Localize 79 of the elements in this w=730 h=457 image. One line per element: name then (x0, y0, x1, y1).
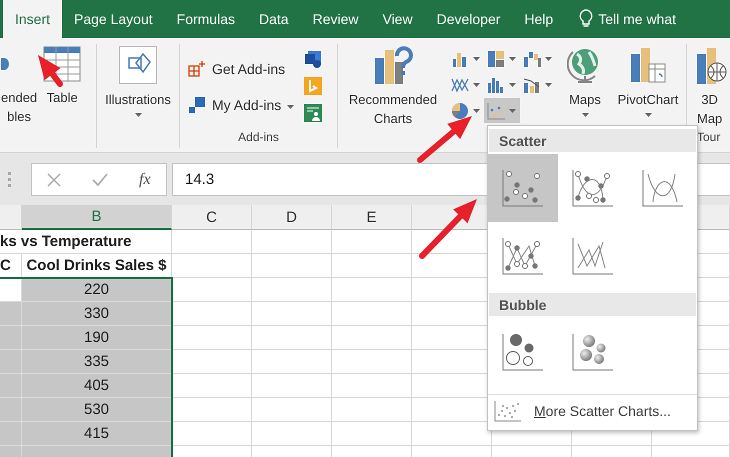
button-label[interactable]: ended bles (1, 88, 38, 126)
column-header[interactable]: E (332, 205, 412, 230)
column-header[interactable]: D (252, 205, 332, 230)
maps-button[interactable]: Maps (569, 90, 601, 109)
illustrations-button[interactable]: Illustrations (105, 90, 171, 109)
scatter-chart-icon (494, 400, 522, 422)
chart-option[interactable] (488, 154, 558, 222)
bubble-chart-icon (501, 332, 545, 372)
cubes-icon (188, 96, 206, 114)
more-scatter-charts-link[interactable]: More Scatter Charts... (534, 403, 671, 419)
table-cell: 190 (22, 326, 172, 350)
caret-icon (287, 105, 294, 109)
caret-icon (509, 56, 516, 60)
table-button[interactable]: Table (46, 88, 78, 107)
caret-icon (473, 108, 480, 112)
caret-icon (473, 82, 480, 86)
table-cell: 220 (22, 278, 172, 302)
ribbon-tab[interactable]: Developer (424, 0, 512, 38)
ribbon-tab[interactable]: Data (247, 0, 301, 38)
visio-icon (304, 50, 322, 68)
ribbon-tab[interactable]: Insert (3, 0, 62, 38)
pivot-chart-icon (629, 46, 667, 84)
ribbon-tab[interactable]: View (370, 0, 425, 38)
ribbon-tab[interactable]: Review (300, 0, 370, 38)
group-label: Tour (696, 130, 722, 146)
table-cell: 415 (22, 422, 172, 446)
pivotchart-button[interactable]: PivotChart (618, 90, 678, 109)
table-title: ks vs Temperature (0, 230, 172, 254)
table-cell: Cool Drinks Sales $ (22, 254, 172, 278)
recommended-charts-button[interactable]: Recommended Charts (348, 90, 438, 128)
tell-me-search[interactable]: Tell me what (598, 11, 676, 27)
cancel-icon[interactable] (47, 172, 62, 186)
3d-map-icon (697, 46, 727, 84)
get-add-ins-button[interactable]: Get Add-ins (188, 54, 294, 84)
group-label: Add-ins (237, 130, 280, 146)
shapes-icon (119, 46, 157, 84)
caret-icon (509, 108, 516, 112)
chart-type-button[interactable] (484, 98, 520, 123)
column-header[interactable]: B (22, 205, 172, 230)
caret-icon (545, 56, 552, 60)
hierarchy-chart-icon (486, 48, 506, 68)
table-cell: 335 (22, 350, 172, 374)
pivot-table-icon (1, 58, 9, 70)
caret-icon (644, 113, 652, 117)
smooth-line-chart-icon (641, 168, 685, 208)
ribbon-tab[interactable]: Help (512, 0, 566, 38)
scatter-chart-icon (486, 100, 506, 120)
section-header: Scatter (489, 129, 696, 152)
table-cell: C (0, 254, 22, 278)
arrow (417, 116, 472, 163)
column-header[interactable]: C (172, 205, 252, 230)
caret-icon (134, 113, 142, 117)
arrow (38, 55, 63, 87)
ribbon-tab[interactable]: Formulas (164, 0, 247, 38)
straight-line-chart-icon (501, 236, 545, 276)
ribbon-tab[interactable]: Page Layout (62, 0, 165, 38)
enter-icon[interactable] (92, 172, 108, 186)
my-add-ins-button[interactable]: My Add-ins (188, 90, 294, 120)
caret-icon (509, 82, 516, 86)
section-header: Bubble (489, 293, 696, 316)
arrow (419, 199, 477, 259)
insert-function-button[interactable]: fx (139, 170, 151, 188)
scatter-chart-icon (501, 168, 545, 208)
caret-icon (473, 56, 480, 60)
recommended-charts-icon (373, 46, 413, 84)
straight-line-chart-icon (571, 236, 615, 276)
people-graph-icon (304, 104, 322, 122)
bing-icon (304, 77, 322, 95)
bubble-chart-icon (571, 332, 615, 372)
caret-icon (582, 113, 588, 117)
table-cell: 530 (22, 398, 172, 422)
table-cell: 330 (22, 302, 172, 326)
3d-map-button[interactable]: 3D Map (697, 90, 722, 128)
table-cell: 405 (22, 374, 172, 398)
pie-chart-icon (450, 100, 470, 120)
smooth-line-chart-icon (571, 168, 615, 208)
caret-icon (545, 82, 552, 86)
lightbulb-icon (579, 9, 594, 29)
add-ins-icon (188, 60, 206, 78)
